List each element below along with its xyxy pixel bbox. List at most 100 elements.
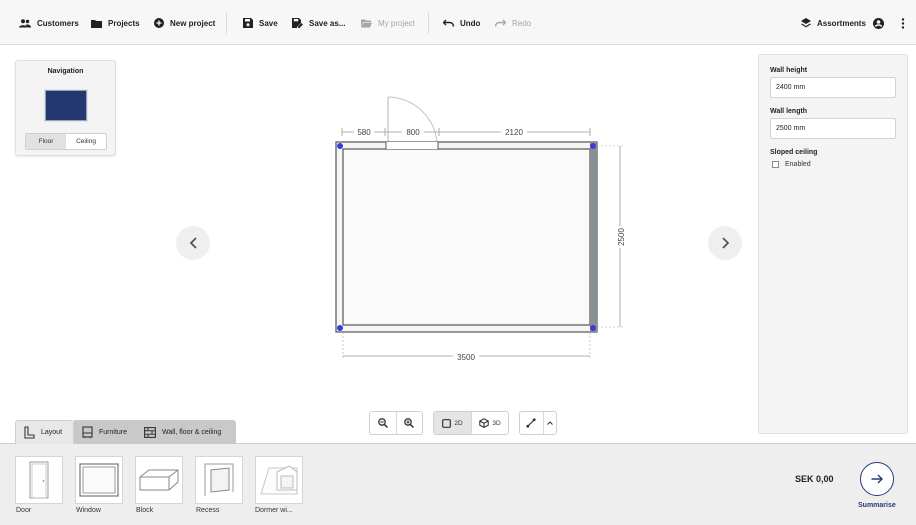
item-tray: Door Window Block Recess Dormer wi... SE… <box>0 443 916 525</box>
window-icon <box>79 463 119 497</box>
recess-icon <box>204 463 234 496</box>
new-project-button[interactable]: New project <box>154 14 215 32</box>
door-item[interactable] <box>15 456 63 504</box>
folder-open-icon <box>361 19 372 27</box>
account-button[interactable] <box>873 14 884 32</box>
projects-button[interactable]: Projects <box>91 14 140 32</box>
total-price: SEK 0,00 <box>795 474 834 484</box>
tab-layout-label: Layout <box>41 429 63 436</box>
people-icon <box>19 18 31 27</box>
sloped-ceiling-checkbox[interactable]: Enabled <box>772 161 811 168</box>
wall-icon <box>144 426 156 438</box>
new-project-label: New project <box>170 18 216 28</box>
floor-plan-canvas[interactable]: 580 800 2120 2500 3500 <box>320 90 640 375</box>
zoom-controls <box>369 411 423 435</box>
view-3d-label: 3D <box>492 419 501 427</box>
block-item[interactable] <box>135 456 183 504</box>
window-label: Window <box>76 507 101 514</box>
next-wall-button[interactable] <box>708 226 742 260</box>
zoom-in-button[interactable] <box>395 412 422 434</box>
block-icon <box>139 469 179 491</box>
checkbox-box[interactable] <box>772 161 779 168</box>
floor-ceiling-toggle: Floor Ceiling <box>25 133 107 150</box>
redo-label: Redo <box>512 18 532 28</box>
dormer-window-item[interactable] <box>255 456 303 504</box>
corner-handle[interactable] <box>590 143 596 149</box>
assortments-button[interactable]: Assortments <box>801 14 866 32</box>
door-label: Door <box>16 507 32 514</box>
folder-icon <box>91 19 102 28</box>
wall-height-input[interactable]: 2400 mm <box>770 77 896 98</box>
recess-label: Recess <box>196 507 220 514</box>
measure-controls <box>519 411 557 435</box>
recess-item[interactable] <box>195 456 243 504</box>
previous-wall-button[interactable] <box>176 226 210 260</box>
summarise-label: Summarise <box>858 502 896 509</box>
save-as-icon <box>292 18 303 28</box>
floor-thumbnail[interactable] <box>44 89 88 122</box>
toolbar-divider <box>428 12 429 34</box>
redo-button[interactable]: Redo <box>495 14 531 32</box>
chevron-up-icon <box>546 421 553 425</box>
wall-length-input[interactable]: 2500 mm <box>770 118 896 139</box>
save-as-label: Save as... <box>309 18 346 28</box>
door-opening[interactable] <box>386 142 438 149</box>
square-icon <box>442 418 452 428</box>
floppy-disk-icon <box>243 18 253 28</box>
floor-toggle-button[interactable]: Floor <box>26 134 66 149</box>
undo-button[interactable]: Undo <box>443 14 480 32</box>
zoom-out-button[interactable] <box>370 412 396 434</box>
tab-wall-floor-ceiling-label: Wall, floor & ceiling <box>162 428 222 436</box>
view-mode-toggle: 2D 3D <box>433 411 509 435</box>
projects-label: Projects <box>108 18 140 28</box>
block-label: Block <box>136 507 154 514</box>
layers-icon <box>801 18 811 28</box>
summarise-button[interactable] <box>860 462 894 496</box>
save-as-button[interactable]: Save as... <box>292 14 345 32</box>
zoom-in-icon <box>404 418 415 428</box>
dimension-label-bottom: 3500 <box>457 353 475 362</box>
navigation-panel: Navigation Floor Ceiling <box>15 60 116 156</box>
view-2d-button[interactable]: 2D <box>434 412 471 434</box>
view-2d-label: 2D <box>454 419 463 427</box>
tab-wall-floor-ceiling[interactable]: Wall, floor & ceiling <box>136 420 236 444</box>
zoom-out-icon <box>378 418 388 428</box>
tab-furniture[interactable]: Furniture <box>74 420 136 444</box>
selected-wall[interactable] <box>590 142 597 332</box>
layout-icon <box>24 426 35 439</box>
dormer-window-icon <box>260 465 298 495</box>
account-circle-icon <box>873 17 884 29</box>
door-icon <box>29 461 49 499</box>
sloped-ceiling-label: Sloped ceiling <box>770 149 818 156</box>
save-button[interactable]: Save <box>243 14 278 32</box>
room-interior <box>342 148 591 326</box>
my-project-button[interactable]: My project <box>361 14 415 32</box>
chevron-left-icon <box>189 237 197 249</box>
wall-height-label: Wall height <box>770 67 808 74</box>
measure-options-button[interactable] <box>542 412 556 434</box>
dimension-label-right: 2500 <box>617 228 626 246</box>
ceiling-toggle-button[interactable]: Ceiling <box>66 134 106 149</box>
navigation-title: Navigation <box>47 68 84 75</box>
undo-icon <box>443 19 454 27</box>
dormer-window-label: Dormer wi... <box>255 507 293 514</box>
furniture-icon <box>82 426 93 438</box>
customers-label: Customers <box>37 18 79 28</box>
corner-handle[interactable] <box>337 143 343 149</box>
top-toolbar: Customers Projects New project Save Save… <box>0 0 916 45</box>
chevron-right-icon <box>721 237 729 249</box>
window-item[interactable] <box>75 456 123 504</box>
measure-tool-button[interactable] <box>520 412 543 434</box>
more-menu-button[interactable] <box>901 14 905 32</box>
wall-length-label: Wall length <box>770 108 808 115</box>
dimension-label-top-right: 2120 <box>505 128 523 137</box>
assortments-label: Assortments <box>817 18 866 28</box>
corner-handle[interactable] <box>337 325 343 331</box>
undo-label: Undo <box>460 18 481 28</box>
dimension-label-door: 800 <box>406 128 420 137</box>
corner-handle[interactable] <box>590 325 596 331</box>
customers-button[interactable]: Customers <box>19 14 79 32</box>
save-label: Save <box>259 18 278 28</box>
view-3d-button[interactable]: 3D <box>470 412 508 434</box>
tab-layout[interactable]: Layout <box>15 420 74 444</box>
